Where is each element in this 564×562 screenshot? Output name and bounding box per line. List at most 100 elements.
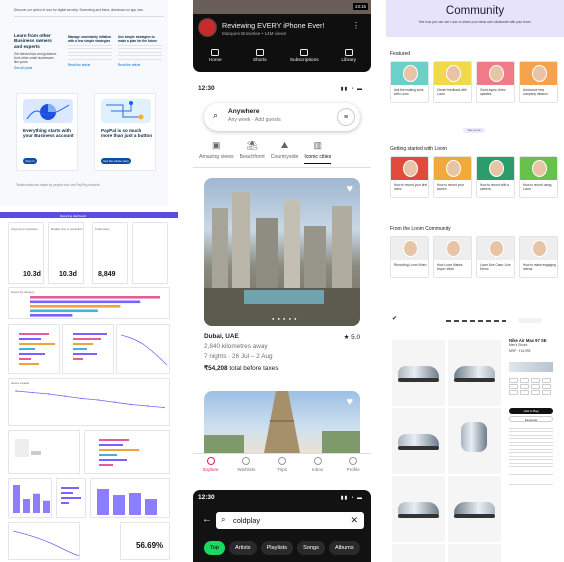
nav-home-label: Home	[208, 58, 222, 63]
filter-icon[interactable]: ≡	[337, 108, 355, 126]
nav-trips[interactable]: Trips	[267, 454, 297, 480]
shoe-image-3[interactable]	[392, 408, 445, 474]
paypal-intro: Learn from other Business owners and exp…	[14, 33, 58, 70]
video-tile[interactable]: How to record your first video	[390, 156, 429, 198]
category-iconic-cities[interactable]: ▥ Iconic cities	[304, 140, 332, 164]
video-tile[interactable]: How to record with a camera	[476, 156, 515, 198]
video-tile[interactable]: Recording Loom Video	[390, 236, 429, 278]
paypal-banner: Discover our option of ours for digital …	[14, 8, 144, 12]
size-option[interactable]	[542, 390, 551, 395]
chip-albums[interactable]: Albums	[328, 541, 360, 555]
video-tile[interactable]: How to record your screen	[433, 156, 472, 198]
search-input[interactable]: ⌕ coldplay ✕	[216, 512, 364, 529]
category-tabs: ▣ Amazing views ⛱ Beachfront ⛰ Countryside …	[199, 140, 369, 164]
nike-top-nav[interactable]	[446, 320, 506, 322]
add-to-bag-button[interactable]: Add to Bag	[509, 408, 553, 414]
shoe-image-4[interactable]	[448, 408, 501, 474]
size-option[interactable]	[542, 384, 551, 389]
video-thumbnail	[434, 157, 471, 180]
nav-wishlists[interactable]: Wishlists	[231, 454, 261, 480]
divider	[509, 474, 553, 475]
nav-home[interactable]: Home	[197, 49, 233, 71]
listing-photo-2[interactable]: ♥	[204, 391, 360, 453]
sign-in-button[interactable]: Sign in	[23, 158, 37, 164]
video-tile[interactable]: How to record using Loom	[519, 156, 558, 198]
colorway-thumbnails[interactable]	[509, 362, 553, 372]
size-option[interactable]	[531, 384, 540, 389]
video-title[interactable]: Reviewing EVERY iPhone Ever!	[222, 21, 324, 30]
chart-illustration-icon	[26, 104, 70, 120]
video-tile[interactable]: Owner feedback with Loom	[433, 61, 472, 103]
shoe-image-5[interactable]	[392, 476, 445, 542]
video-tile[interactable]: Ask the making work with Loom	[390, 61, 429, 103]
size-option[interactable]	[520, 390, 529, 395]
countryside-icon: ⛰	[280, 140, 289, 150]
video-title: How to record with a camera	[480, 183, 510, 191]
nike-logo-icon[interactable]: ✔	[392, 315, 397, 322]
chart-card-d	[8, 430, 80, 474]
chip-songs[interactable]: Songs	[297, 541, 325, 555]
shoe-image-6[interactable]	[448, 476, 501, 542]
size-option[interactable]	[509, 384, 518, 389]
video-tile[interactable]: How Loom Makes Async Work	[433, 236, 472, 278]
presenter-avatar	[532, 65, 547, 82]
shoe-image-7[interactable]	[392, 544, 445, 562]
column-middle: 23:15 Reviewing EVERY iPhone Ever! Marqu…	[193, 0, 371, 562]
size-option[interactable]	[542, 378, 551, 383]
channel-avatar[interactable]	[198, 18, 217, 37]
category-countryside[interactable]: ⛰ Countryside	[271, 140, 299, 164]
dashboard-page: Reporting dashboard Avg time to resoluti…	[0, 212, 178, 562]
chip-top[interactable]: Top	[204, 541, 226, 555]
article-2-link[interactable]: Read the article	[118, 63, 162, 67]
more-options-icon[interactable]: ⋮	[352, 22, 360, 30]
nav-explore[interactable]: Explore	[196, 454, 226, 480]
back-arrow-icon[interactable]: ←	[202, 514, 212, 526]
stat-card-avg: Avg time to resolution 10.3d	[8, 222, 44, 284]
story-button[interactable]: Get the whole story	[101, 158, 131, 164]
bar	[30, 296, 160, 299]
size-option[interactable]	[509, 378, 518, 383]
category-amazing-views[interactable]: ▣ Amazing views	[199, 140, 234, 164]
listing-photo[interactable]: ♥ ● ● ● ● ●	[204, 178, 360, 326]
wishlist-heart-icon[interactable]: ♥	[346, 397, 353, 408]
clear-icon[interactable]: ✕	[350, 514, 358, 526]
size-option[interactable]	[509, 390, 518, 395]
card-account-heading: Everything starts with your Business acc…	[23, 128, 74, 139]
nav-library[interactable]: Library	[331, 49, 367, 71]
intro-link[interactable]: See all posts	[14, 66, 58, 70]
video-thumbnail[interactable]	[193, 0, 371, 14]
see-more-button[interactable]: See more	[463, 128, 485, 133]
size-option[interactable]	[520, 378, 529, 383]
size-option[interactable]	[520, 384, 529, 389]
product-description	[509, 428, 553, 468]
video-tile[interactable]: Announce new company mission	[519, 61, 558, 103]
favourite-button[interactable]: Favourite	[509, 416, 553, 422]
shoe-image-1[interactable]	[392, 340, 445, 406]
video-tile[interactable]: Loom Use Case: Live Demo	[476, 236, 515, 278]
video-title: How to record your screen	[437, 183, 464, 191]
nav-shorts[interactable]: Shorts	[242, 49, 278, 71]
nav-inbox[interactable]: Inbox	[303, 454, 333, 480]
chip-artists[interactable]: Artists	[229, 541, 257, 555]
article-1-link[interactable]: Read the article	[68, 63, 112, 67]
nav-subscriptions[interactable]: Subscriptions	[286, 49, 322, 71]
shoe-image-2[interactable]	[448, 340, 501, 406]
nav-profile[interactable]: Profile	[338, 454, 368, 480]
size-option[interactable]	[531, 378, 540, 383]
bar	[33, 493, 40, 513]
listing-location: Dubai, UAE	[204, 333, 239, 340]
category-beachfront[interactable]: ⛱ Beachfront	[240, 140, 265, 164]
hbar-chart-b	[73, 333, 107, 360]
search-icon	[206, 457, 215, 465]
video-tile[interactable]: How to make engaging videos	[519, 236, 558, 278]
search-bar[interactable]: ⌕ Anywhere Any week · Add guests ≡	[204, 103, 360, 131]
wishlist-heart-icon[interactable]: ♥	[346, 184, 353, 195]
stat-card-median: Median time to resolution 10.3d	[48, 222, 84, 284]
subscriptions-icon	[300, 49, 309, 56]
paypal-page: Discover our option of ours for digital …	[0, 0, 168, 206]
shoe-image-8[interactable]	[448, 544, 501, 562]
featured-heading: Featured	[390, 51, 411, 57]
size-option[interactable]	[531, 390, 540, 395]
video-tile[interactable]: Good async video updates	[476, 61, 515, 103]
chip-playlists[interactable]: Playlists	[260, 541, 294, 555]
